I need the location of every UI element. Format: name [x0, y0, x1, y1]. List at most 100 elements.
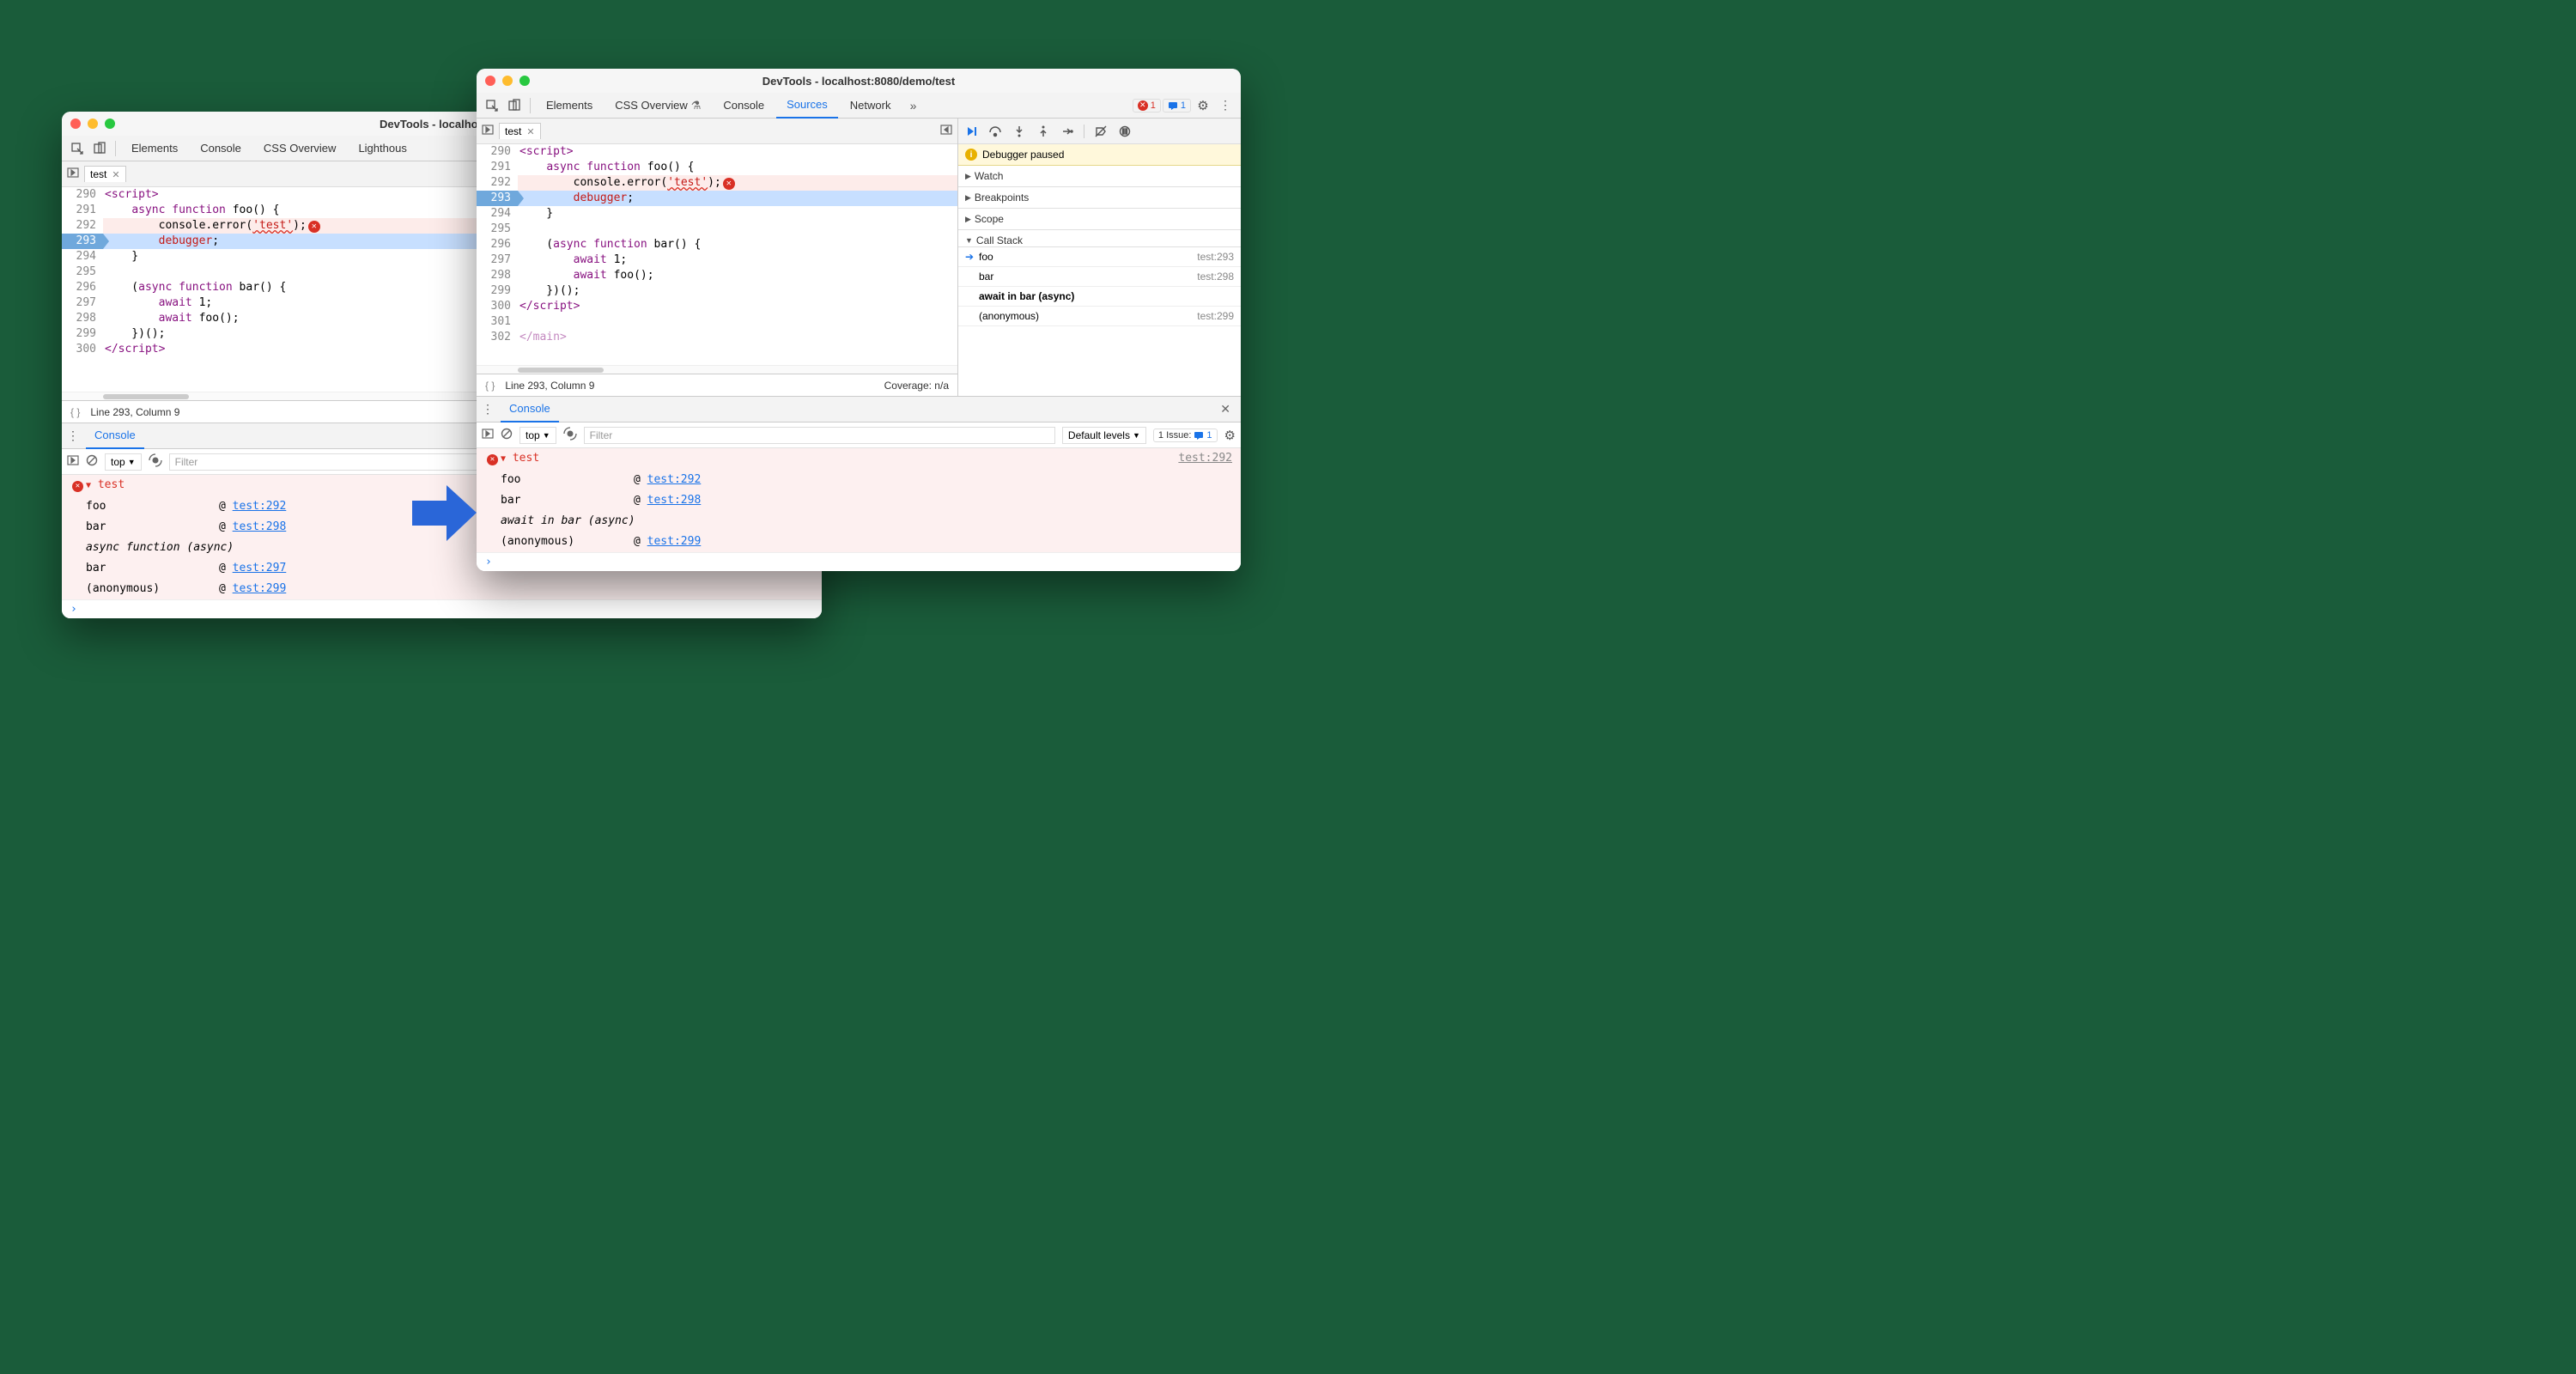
- callstack-frame[interactable]: bartest:298: [958, 267, 1241, 287]
- show-navigator-icon[interactable]: [482, 124, 494, 138]
- code-line[interactable]: 299 })();: [477, 283, 957, 299]
- source-link[interactable]: test:292: [647, 473, 702, 486]
- callstack-frame[interactable]: (anonymous)test:299: [958, 307, 1241, 326]
- close-icon[interactable]: [485, 76, 495, 86]
- inspect-icon[interactable]: [482, 95, 502, 116]
- line-number[interactable]: 292: [477, 175, 518, 191]
- tab-elements[interactable]: Elements: [536, 93, 603, 119]
- line-number[interactable]: 292: [62, 218, 103, 234]
- console-filter-input[interactable]: Filter: [584, 427, 1055, 444]
- clear-console-icon[interactable]: [501, 428, 513, 442]
- step-out-icon[interactable]: [1036, 124, 1051, 139]
- line-number[interactable]: 299: [62, 326, 103, 342]
- source-link[interactable]: test:292: [233, 500, 287, 513]
- show-sidebar-icon[interactable]: [482, 428, 494, 442]
- callstack-section[interactable]: ▼Call Stack: [958, 230, 1241, 247]
- scope-section[interactable]: ▶Scope: [958, 209, 1241, 230]
- resume-icon[interactable]: [963, 124, 979, 139]
- line-number[interactable]: 296: [62, 280, 103, 295]
- deactivate-breakpoints-icon[interactable]: [1093, 124, 1109, 139]
- code-line[interactable]: 302</main>: [477, 330, 957, 345]
- line-number[interactable]: 295: [62, 264, 103, 280]
- step-over-icon[interactable]: [987, 124, 1003, 139]
- console-prompt[interactable]: ›: [62, 599, 822, 618]
- line-number[interactable]: 293: [477, 191, 518, 206]
- code-line[interactable]: 296 (async function bar() {: [477, 237, 957, 252]
- code-line[interactable]: 301: [477, 314, 957, 330]
- line-number[interactable]: 302: [477, 330, 518, 345]
- console-prompt[interactable]: ›: [477, 552, 1241, 571]
- levels-select[interactable]: Default levels ▼: [1062, 427, 1146, 444]
- code-line[interactable]: 297 await 1;: [477, 252, 957, 268]
- line-number[interactable]: 301: [477, 314, 518, 330]
- line-number[interactable]: 291: [477, 160, 518, 175]
- code-line[interactable]: 290<script>: [477, 144, 957, 160]
- tab-elements[interactable]: Elements: [121, 136, 188, 161]
- show-navigator-icon[interactable]: [67, 167, 79, 181]
- tab-console[interactable]: Console: [190, 136, 252, 161]
- source-link[interactable]: test:297: [233, 562, 287, 575]
- line-number[interactable]: 294: [62, 249, 103, 264]
- code-line[interactable]: 294 }: [477, 206, 957, 222]
- tab-lighthouse[interactable]: Lighthous: [348, 136, 416, 161]
- line-number[interactable]: 297: [477, 252, 518, 268]
- tab-console[interactable]: Console: [713, 93, 775, 119]
- step-icon[interactable]: [1060, 124, 1075, 139]
- minimize-icon[interactable]: [502, 76, 513, 86]
- code-line[interactable]: 295: [477, 222, 957, 237]
- source-link[interactable]: test:299: [647, 535, 702, 548]
- console-error-head[interactable]: ✕▼ testtest:292: [477, 448, 1241, 470]
- line-number[interactable]: 298: [62, 311, 103, 326]
- code-line[interactable]: 300</script>: [477, 299, 957, 314]
- callstack-frame[interactable]: ➔footest:293: [958, 247, 1241, 267]
- code-line[interactable]: 298 await foo();: [477, 268, 957, 283]
- drawer-menu-icon[interactable]: ⋮: [482, 402, 494, 416]
- more-tabs-icon[interactable]: »: [902, 95, 923, 116]
- close-icon[interactable]: [70, 119, 81, 129]
- line-number[interactable]: 299: [477, 283, 518, 299]
- error-marker-icon[interactable]: ✕: [723, 178, 735, 190]
- drawer-menu-icon[interactable]: ⋮: [67, 429, 79, 443]
- file-tab-test[interactable]: test ✕: [499, 123, 541, 139]
- show-sidebar-icon[interactable]: [67, 454, 79, 469]
- close-tab-icon[interactable]: ✕: [112, 169, 119, 180]
- issues-badge[interactable]: 1: [1163, 99, 1191, 112]
- drawer-tab-console[interactable]: Console: [501, 397, 559, 423]
- source-link[interactable]: test:298: [647, 494, 702, 507]
- device-toggle-icon[interactable]: [89, 138, 110, 159]
- inspect-icon[interactable]: [67, 138, 88, 159]
- line-number[interactable]: 300: [62, 342, 103, 357]
- line-number[interactable]: 290: [62, 187, 103, 203]
- line-number[interactable]: 296: [477, 237, 518, 252]
- line-number[interactable]: 298: [477, 268, 518, 283]
- line-number[interactable]: 293: [62, 234, 103, 249]
- more-menu-icon[interactable]: ⋮: [1215, 95, 1236, 116]
- error-count-badge[interactable]: ✕ 1: [1133, 99, 1161, 112]
- tab-css-overview[interactable]: CSS Overview: [253, 136, 347, 161]
- step-into-icon[interactable]: [1012, 124, 1027, 139]
- code-line[interactable]: 293 debugger;: [477, 191, 957, 206]
- drawer-tab-console[interactable]: Console: [86, 423, 144, 449]
- context-select[interactable]: top ▼: [105, 453, 142, 471]
- source-link[interactable]: test:292: [1178, 450, 1232, 468]
- zoom-icon[interactable]: [105, 119, 115, 129]
- line-number[interactable]: 291: [62, 203, 103, 218]
- source-link[interactable]: test:298: [233, 520, 287, 533]
- clear-console-icon[interactable]: [86, 454, 98, 469]
- code-line[interactable]: 292 console.error('test');✕: [477, 175, 957, 191]
- breakpoints-section[interactable]: ▶Breakpoints: [958, 187, 1241, 209]
- context-select[interactable]: top ▼: [519, 427, 556, 444]
- file-tab-test[interactable]: test ✕: [84, 166, 126, 182]
- pretty-print-icon[interactable]: { }: [485, 380, 495, 392]
- code-editor[interactable]: 290<script>291 async function foo() {292…: [477, 144, 957, 365]
- tab-sources[interactable]: Sources: [776, 93, 838, 119]
- line-number[interactable]: 300: [477, 299, 518, 314]
- horizontal-scrollbar[interactable]: [477, 365, 957, 374]
- settings-icon[interactable]: ⚙: [1193, 95, 1213, 116]
- line-number[interactable]: 295: [477, 222, 518, 237]
- zoom-icon[interactable]: [519, 76, 530, 86]
- minimize-icon[interactable]: [88, 119, 98, 129]
- device-toggle-icon[interactable]: [504, 95, 525, 116]
- close-drawer-icon[interactable]: ✕: [1215, 402, 1236, 416]
- pretty-print-icon[interactable]: { }: [70, 406, 80, 418]
